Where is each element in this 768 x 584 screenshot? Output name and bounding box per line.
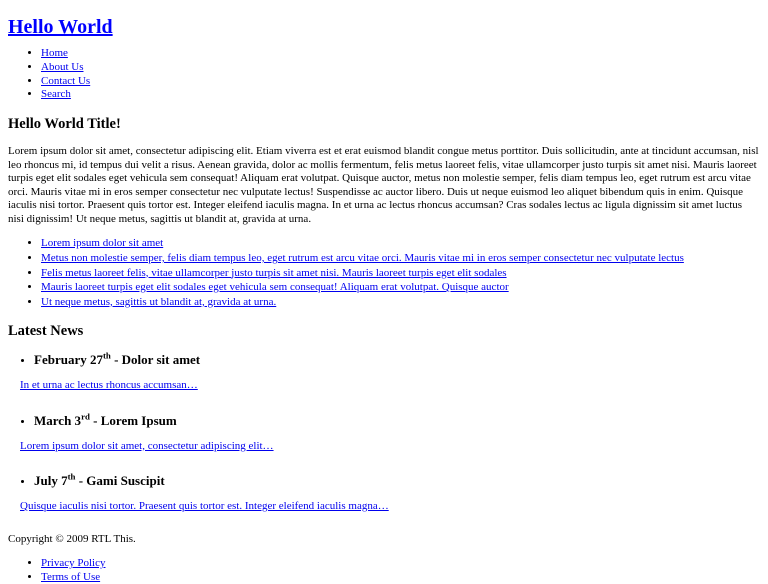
latest-news-heading: Latest News xyxy=(8,323,84,340)
news-date-ordinal: th xyxy=(102,351,111,362)
copyright-text: Copyright © 2009 RTL This. xyxy=(8,533,136,546)
list-item: Ut neque metus, sagittis ut blandit at, … xyxy=(41,295,760,310)
news-excerpt: In et urna ac lectus rhoncus accumsan… xyxy=(20,379,760,392)
footer-link-list: Privacy Policy Terms of Use xyxy=(8,556,760,584)
news-excerpt: Lorem ipsum dolor sit amet, consectetur … xyxy=(20,440,760,453)
news-title: Lorem Ipsum xyxy=(100,412,177,428)
list-item: Mauris laoreet turpis eget elit sodales … xyxy=(41,280,760,295)
footer-link-terms-of-use[interactable]: Terms of Use xyxy=(41,571,100,583)
site-title-link[interactable]: Hello World xyxy=(8,16,113,38)
footer-link-privacy-policy[interactable]: Privacy Policy xyxy=(41,557,105,569)
nav-link-about-us[interactable]: About Us xyxy=(41,61,83,73)
footer-item-terms-of-use: Terms of Use xyxy=(41,570,760,584)
intro-paragraph: Lorem ipsum dolor sit amet, consectetur … xyxy=(8,145,759,225)
news-date: July 7 xyxy=(34,473,68,489)
content-link-5[interactable]: Ut neque metus, sagittis ut blandit at, … xyxy=(41,296,276,308)
news-item: February 27th - Dolor sit amet xyxy=(34,352,760,369)
news-date: March 3 xyxy=(34,412,82,428)
news-item: March 3rd - Lorem Ipsum xyxy=(34,411,760,430)
latest-news-section: Latest News February 27th - Dolor sit am… xyxy=(8,323,760,513)
nav-link-home[interactable]: Home xyxy=(41,47,68,59)
news-headline: February 27th - Dolor sit amet xyxy=(34,352,760,369)
news-headline: March 3rd - Lorem Ipsum xyxy=(34,411,760,430)
news-excerpt: Quisque iaculis nisi tortor. Praesent qu… xyxy=(20,500,760,513)
nav-item-home: Home xyxy=(41,47,760,61)
news-date: February 27 xyxy=(34,352,103,368)
news-excerpt-link-2[interactable]: Lorem ipsum dolor sit amet, consectetur … xyxy=(20,440,274,452)
news-excerpt-link-1[interactable]: In et urna ac lectus rhoncus accumsan… xyxy=(20,379,198,391)
news-date-ordinal: rd xyxy=(81,411,90,422)
content-link-1[interactable]: Lorem ipsum dolor sit amet xyxy=(41,237,163,249)
content-link-4[interactable]: Mauris laoreet turpis eget elit sodales … xyxy=(41,281,509,293)
news-separator: - xyxy=(110,352,122,368)
nav-item-contact-us: Contact Us xyxy=(41,75,760,89)
news-separator: - xyxy=(89,412,101,428)
site-footer: Copyright © 2009 RTL This. Privacy Polic… xyxy=(8,533,760,584)
list-item: Felis metus laoreet felis, vitae ullamco… xyxy=(41,266,760,281)
main-heading: Hello World Title! xyxy=(8,116,121,132)
main-content: Hello World Title! Lorem ipsum dolor sit… xyxy=(8,116,760,513)
nav-item-search: Search xyxy=(41,88,760,102)
news-headline: July 7th - Gami Suscipit xyxy=(34,472,760,490)
news-separator: - xyxy=(75,473,87,489)
news-list: March 3rd - Lorem Ipsum xyxy=(8,411,760,430)
content-link-list: Lorem ipsum dolor sit amet Metus non mol… xyxy=(8,236,760,309)
news-title: Gami Suscipit xyxy=(86,473,165,489)
news-title: Dolor sit amet xyxy=(121,352,201,368)
news-item: July 7th - Gami Suscipit xyxy=(34,472,760,490)
content-link-3[interactable]: Felis metus laoreet felis, vitae ullamco… xyxy=(41,267,507,279)
list-item: Metus non molestie semper, felis diam te… xyxy=(41,251,760,266)
nav-item-about-us: About Us xyxy=(41,61,760,75)
news-list: February 27th - Dolor sit amet xyxy=(8,352,760,369)
site-header: Hello World Home About Us Contact Us Sea… xyxy=(8,16,760,102)
news-list: July 7th - Gami Suscipit xyxy=(8,472,760,490)
page-title: Hello World xyxy=(8,16,760,38)
list-item: Lorem ipsum dolor sit amet xyxy=(41,236,760,251)
nav-link-search[interactable]: Search xyxy=(41,88,71,100)
primary-navigation: Home About Us Contact Us Search xyxy=(8,47,760,102)
content-link-2[interactable]: Metus non molestie semper, felis diam te… xyxy=(41,252,684,264)
footer-item-privacy-policy: Privacy Policy xyxy=(41,556,760,570)
nav-list: Home About Us Contact Us Search xyxy=(8,47,760,102)
nav-link-contact-us[interactable]: Contact Us xyxy=(41,75,90,87)
news-excerpt-link-3[interactable]: Quisque iaculis nisi tortor. Praesent qu… xyxy=(20,500,389,512)
